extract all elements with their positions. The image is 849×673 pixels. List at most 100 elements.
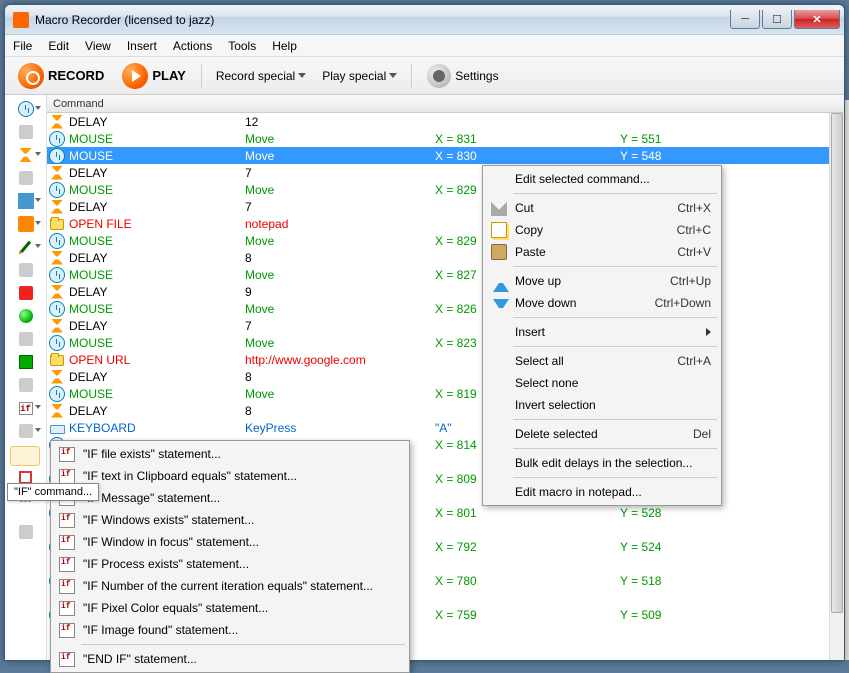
table-row[interactable]: MOUSEMoveX = 831Y = 551 bbox=[47, 130, 829, 147]
menu-actions[interactable]: Actions bbox=[173, 39, 212, 53]
context-menu-item[interactable]: Delete selectedDel bbox=[485, 423, 719, 445]
row-icon bbox=[47, 251, 67, 265]
chevron-down-icon bbox=[298, 73, 306, 78]
if-icon: if bbox=[19, 402, 33, 415]
side-if-button[interactable]: if bbox=[9, 398, 43, 418]
context-menu-item[interactable]: Select none bbox=[485, 372, 719, 394]
generic-icon bbox=[19, 125, 33, 139]
if-menu-item[interactable]: "IF Windows exists" statement... bbox=[53, 509, 407, 531]
row-icon bbox=[47, 386, 67, 402]
scrollbar-thumb[interactable] bbox=[831, 113, 843, 613]
generic-icon bbox=[19, 263, 33, 277]
maximize-button[interactable]: ☐ bbox=[762, 10, 792, 29]
settings-button[interactable]: Settings bbox=[420, 61, 505, 91]
cell-cmd: DELAY bbox=[67, 285, 245, 299]
side-item[interactable] bbox=[9, 260, 43, 280]
menu-file[interactable]: File bbox=[13, 39, 32, 53]
row-icon bbox=[47, 115, 67, 129]
scrollbar[interactable] bbox=[829, 113, 844, 660]
menu-separator bbox=[513, 317, 717, 318]
generic-icon bbox=[19, 378, 33, 392]
red-box-icon bbox=[19, 471, 32, 484]
side-globe-button[interactable] bbox=[9, 306, 43, 326]
menu-edit[interactable]: Edit bbox=[48, 39, 69, 53]
side-item[interactable] bbox=[9, 168, 43, 188]
record-icon bbox=[18, 63, 44, 89]
cell-v1: Move bbox=[245, 336, 435, 350]
side-item[interactable] bbox=[9, 421, 43, 441]
side-item[interactable] bbox=[9, 329, 43, 349]
cell-v3: Y = 509 bbox=[620, 608, 829, 622]
copy-icon bbox=[491, 222, 507, 238]
side-item[interactable] bbox=[9, 522, 43, 542]
cell-v1: Move bbox=[245, 234, 435, 248]
context-menu-item[interactable]: Move upCtrl+Up bbox=[485, 270, 719, 292]
menu-help[interactable]: Help bbox=[272, 39, 297, 53]
row-icon bbox=[47, 404, 67, 418]
row-icon bbox=[47, 267, 67, 283]
context-menu-item[interactable]: Select allCtrl+A bbox=[485, 350, 719, 372]
row-icon bbox=[47, 301, 67, 317]
side-clock-button[interactable] bbox=[9, 99, 43, 119]
context-menu-item[interactable]: Insert bbox=[485, 321, 719, 343]
record-special-dropdown[interactable]: Record special bbox=[210, 67, 312, 85]
if-menu-item[interactable]: "IF Number of the current iteration equa… bbox=[53, 575, 407, 597]
context-menu-item[interactable]: PasteCtrl+V bbox=[485, 241, 719, 263]
cell-cmd: MOUSE bbox=[67, 234, 245, 248]
side-item[interactable] bbox=[9, 122, 43, 142]
play-button[interactable]: PLAY bbox=[115, 60, 192, 92]
pencil-icon bbox=[20, 241, 31, 254]
if-menu-item[interactable]: "IF file exists" statement... bbox=[53, 443, 407, 465]
cell-cmd: MOUSE bbox=[67, 268, 245, 282]
cell-cmd: DELAY bbox=[67, 251, 245, 265]
cell-v2: X = 759 bbox=[435, 608, 620, 622]
cell-v1: 7 bbox=[245, 319, 435, 333]
play-special-dropdown[interactable]: Play special bbox=[316, 67, 403, 85]
menu-view[interactable]: View bbox=[85, 39, 111, 53]
side-green-button[interactable] bbox=[9, 352, 43, 372]
if-menu-item[interactable]: "IF Pixel Color equals" statement... bbox=[53, 597, 407, 619]
context-menu-item[interactable]: Edit macro in notepad... bbox=[485, 481, 719, 503]
generic-icon bbox=[19, 424, 33, 438]
context-menu-item[interactable]: Invert selection bbox=[485, 394, 719, 416]
menu-insert[interactable]: Insert bbox=[127, 39, 157, 53]
context-menu-item[interactable]: Move downCtrl+Down bbox=[485, 292, 719, 314]
if-menu-item[interactable]: "IF Process exists" statement... bbox=[53, 553, 407, 575]
arrow-down-icon bbox=[493, 299, 509, 315]
submenu-arrow-icon bbox=[706, 328, 711, 336]
green-icon bbox=[19, 355, 33, 369]
grid-header[interactable]: Command bbox=[47, 95, 844, 113]
menu-separator bbox=[513, 193, 717, 194]
row-icon bbox=[47, 148, 67, 164]
context-menu-item[interactable]: Bulk edit delays in the selection... bbox=[485, 452, 719, 474]
record-button[interactable]: RECORD bbox=[11, 60, 111, 92]
cell-v3: Y = 528 bbox=[620, 506, 829, 520]
toolbar-separator bbox=[201, 64, 202, 88]
close-button[interactable]: ✕ bbox=[794, 10, 840, 29]
cell-v1: 7 bbox=[245, 200, 435, 214]
side-pencil-button[interactable] bbox=[9, 237, 43, 257]
table-row[interactable]: MOUSEMoveX = 830Y = 548 bbox=[47, 147, 829, 164]
side-hourglass-button[interactable] bbox=[9, 145, 43, 165]
context-menu-item[interactable]: CutCtrl+X bbox=[485, 197, 719, 219]
cell-v1: http://www.google.com bbox=[245, 353, 435, 367]
row-icon bbox=[47, 182, 67, 198]
if-menu-item[interactable]: "IF text in Clipboard equals" statement.… bbox=[53, 465, 407, 487]
if-menu-item[interactable]: "IF Window in focus" statement... bbox=[53, 531, 407, 553]
side-item[interactable] bbox=[9, 214, 43, 234]
row-icon bbox=[47, 233, 67, 249]
side-item[interactable] bbox=[9, 191, 43, 211]
menu-tools[interactable]: Tools bbox=[228, 39, 256, 53]
table-row[interactable]: DELAY12 bbox=[47, 113, 829, 130]
minimize-button[interactable]: ─ bbox=[730, 10, 760, 29]
context-menu-item[interactable]: CopyCtrl+C bbox=[485, 219, 719, 241]
if-menu-item[interactable]: "IF Image found" statement... bbox=[53, 619, 407, 641]
row-icon bbox=[47, 353, 67, 366]
if-menu-item[interactable]: "END IF" statement... bbox=[53, 648, 407, 670]
cell-cmd: KEYBOARD bbox=[67, 421, 245, 435]
cell-v1: 7 bbox=[245, 166, 435, 180]
if-menu-item[interactable]: "IF Message" statement... bbox=[53, 487, 407, 509]
context-menu-item[interactable]: Edit selected command... bbox=[485, 168, 719, 190]
side-item[interactable] bbox=[9, 375, 43, 395]
side-stop-button[interactable] bbox=[9, 283, 43, 303]
